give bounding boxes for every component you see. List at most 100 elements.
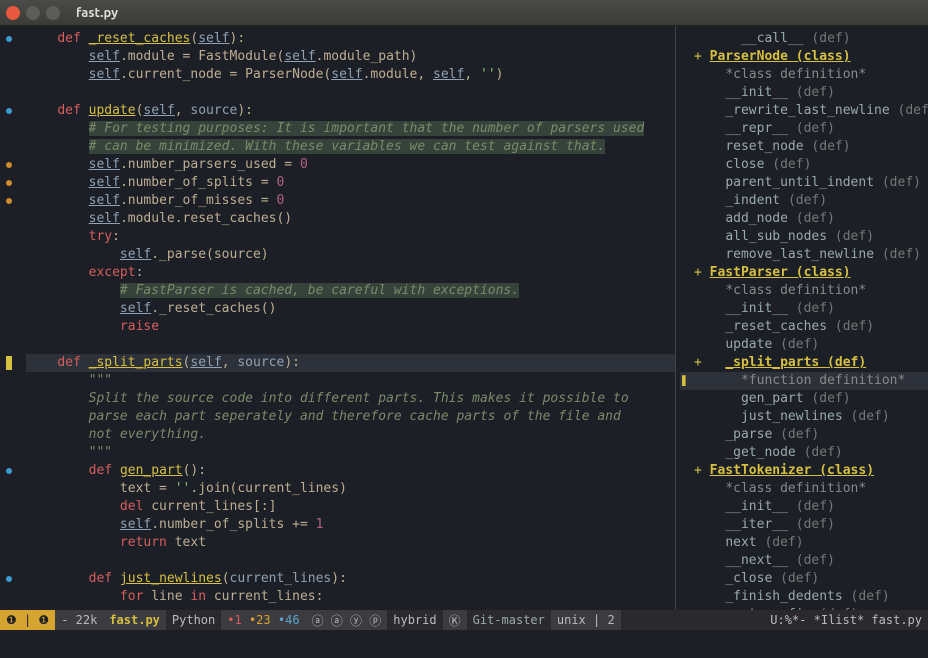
gutter-mark [0, 444, 18, 462]
code-line[interactable]: raise [26, 318, 675, 336]
outline-pane[interactable]: __call__ (def) + ParserNode (class) *cla… [676, 26, 928, 610]
code-line[interactable]: not everything. [26, 426, 675, 444]
window-maximize-button[interactable] [46, 6, 60, 20]
outline-item[interactable]: _get_node (def) [680, 444, 928, 462]
outline-item[interactable]: *class definition* [680, 480, 928, 498]
main-area: def _reset_caches(self): self.module = F… [0, 26, 928, 610]
outline-item[interactable]: _parse (def) [680, 426, 928, 444]
ml-info[interactable]: •46 [278, 613, 300, 627]
outline-item[interactable]: __call__ (def) [680, 30, 928, 48]
outline-item[interactable]: + FastTokenizer (class) [680, 462, 928, 480]
gutter-mark [0, 102, 18, 120]
outline-item[interactable]: _indent (def) [680, 192, 928, 210]
window-close-button[interactable] [6, 6, 20, 20]
code-line[interactable]: # can be minimized. With these variables… [26, 138, 675, 156]
outline-item[interactable]: __iter__ (def) [680, 516, 928, 534]
code-line[interactable]: for line in current_lines: [26, 588, 675, 606]
outline-item[interactable]: _reset_caches (def) [680, 318, 928, 336]
gutter-mark [0, 264, 18, 282]
outline-item[interactable]: __init__ (def) [680, 498, 928, 516]
window-minimize-button[interactable] [26, 6, 40, 20]
ml-warnings[interactable]: •23 [249, 613, 271, 627]
outline-item[interactable]: gen_part (def) [680, 390, 928, 408]
gutter-mark [0, 516, 18, 534]
outline-item[interactable]: all_sub_nodes (def) [680, 228, 928, 246]
outline-item[interactable]: __repr__ (def) [680, 120, 928, 138]
code-line[interactable]: """ [26, 372, 675, 390]
outline-item[interactable]: close (def) [680, 156, 928, 174]
outline-item[interactable]: *class definition* [680, 66, 928, 84]
code-line[interactable]: return text [26, 534, 675, 552]
gutter-mark [0, 156, 18, 174]
code-line[interactable]: self._reset_caches() [26, 300, 675, 318]
gutter-mark [0, 138, 18, 156]
outline-item[interactable]: remove_last_newline (def) [680, 246, 928, 264]
code-line[interactable]: def _split_parts(self, source): [26, 354, 675, 372]
ml-errors[interactable]: •1 [227, 613, 241, 627]
code-line[interactable]: # For testing purposes: It is important … [26, 120, 675, 138]
code-line[interactable]: self.module = FastModule(self.module_pat… [26, 48, 675, 66]
gutter-mark [0, 282, 18, 300]
code-line[interactable]: self._parse(source) [26, 246, 675, 264]
gutter-mark [0, 300, 18, 318]
outline-item[interactable]: _close (def) [680, 570, 928, 588]
outline-item[interactable]: next (def) [680, 534, 928, 552]
code-line[interactable]: """ [26, 444, 675, 462]
code-line[interactable]: parse each part seperately and therefore… [26, 408, 675, 426]
outline-item[interactable]: just_newlines (def) [680, 408, 928, 426]
code-line[interactable]: self.current_node = ParserNode(self.modu… [26, 66, 675, 84]
code-line[interactable]: try: [26, 228, 675, 246]
outline-item[interactable]: __init__ (def) [680, 300, 928, 318]
code-line[interactable] [26, 552, 675, 570]
gutter-mark [0, 372, 18, 390]
code-line[interactable] [26, 336, 675, 354]
code-line[interactable]: self.number_of_misses = 0 [26, 192, 675, 210]
gutter-mark [0, 498, 18, 516]
outline-item[interactable]: _rewrite_last_newline (def) [680, 102, 928, 120]
code-line[interactable] [26, 84, 675, 102]
code-line[interactable]: self.number_of_splits += 1 [26, 516, 675, 534]
ml-git[interactable]: Git-master [467, 610, 551, 630]
gutter [0, 26, 18, 610]
code-line[interactable]: def gen_part(): [26, 462, 675, 480]
window-title: fast.py [76, 6, 118, 20]
outline-item[interactable]: ❚ *function definition* [680, 372, 928, 390]
outline-item[interactable]: + ParserNode (class) [680, 48, 928, 66]
outline-item[interactable]: add_node (def) [680, 210, 928, 228]
code-line[interactable]: del current_lines[:] [26, 498, 675, 516]
code-line[interactable]: self.number_of_splits = 0 [26, 174, 675, 192]
ml-spacer [621, 610, 765, 630]
code-area[interactable]: def _reset_caches(self): self.module = F… [18, 26, 675, 610]
code-line[interactable]: def _reset_caches(self): [26, 30, 675, 48]
outline-item[interactable]: parent_until_indent (def) [680, 174, 928, 192]
editor-pane[interactable]: def _reset_caches(self): self.module = F… [0, 26, 676, 610]
outline-item[interactable]: + _split_parts (def) [680, 354, 928, 372]
titlebar: fast.py [0, 0, 928, 26]
outline-item[interactable]: __next__ (def) [680, 552, 928, 570]
code-line[interactable]: def update(self, source): [26, 102, 675, 120]
gutter-mark [0, 120, 18, 138]
outline-item[interactable]: __init__ (def) [680, 84, 928, 102]
code-line[interactable]: except: [26, 264, 675, 282]
gutter-mark [0, 570, 18, 588]
gutter-mark [0, 228, 18, 246]
code-line[interactable]: text = ''.join(current_lines) [26, 480, 675, 498]
ml-major-mode[interactable]: Python [166, 610, 221, 630]
outline-item[interactable]: update (def) [680, 336, 928, 354]
minibuffer[interactable] [0, 630, 928, 658]
ml-filename[interactable]: fast.py [103, 610, 166, 630]
code-line[interactable]: def just_newlines(current_lines): [26, 570, 675, 588]
outline-item[interactable]: reset_node (def) [680, 138, 928, 156]
outline-item[interactable]: *class definition* [680, 282, 928, 300]
code-line[interactable]: # FastParser is cached, be careful with … [26, 282, 675, 300]
ml-flycheck[interactable]: ❶ | ❶ [0, 610, 55, 630]
outline-item[interactable]: + FastParser (class) [680, 264, 928, 282]
code-line[interactable]: self.number_parsers_used = 0 [26, 156, 675, 174]
modeline: ❶ | ❶ - 22k fast.py Python •1 •23 •46 ⓐ … [0, 610, 928, 630]
gutter-mark [0, 552, 18, 570]
code-line[interactable]: Split the source code into different par… [26, 390, 675, 408]
gutter-mark [0, 84, 18, 102]
outline-item[interactable]: _finish_dedents (def) [680, 588, 928, 606]
ml-evil-state: hybrid [387, 610, 442, 630]
code-line[interactable]: self.module.reset_caches() [26, 210, 675, 228]
